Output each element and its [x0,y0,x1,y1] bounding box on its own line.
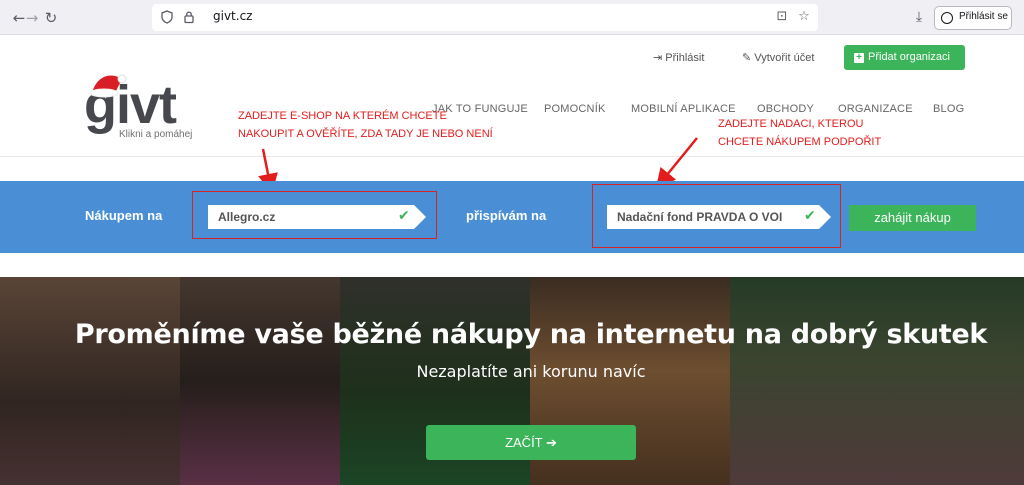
start-shopping-button[interactable]: zahájit nákup [849,205,976,231]
page: ← → ↻ givt.cz ⊡ ☆ ⤓ Přihlásit se ⇥ Přihl… [0,0,1024,485]
hero-subtitle: Nezaplatíte ani korunu navíc [416,362,646,381]
contribute-label: přispívám na [466,208,547,223]
hero-title: Proměníme vaše běžné nákupy na internetu… [74,319,988,350]
arrow-right-icon: ➔ [546,435,557,450]
shop-label: Nákupem na [85,208,163,223]
hero-section: Proměníme vaše běžné nákupy na internetu… [0,277,1024,485]
start-button[interactable]: ZAČÍT ➔ [426,425,636,460]
arrow-to-eshop [258,148,278,194]
arrow-to-foundation [655,137,698,189]
start-button-label: ZAČÍT [505,435,543,450]
highlight-foundation [592,184,841,248]
highlight-eshop [192,191,437,239]
